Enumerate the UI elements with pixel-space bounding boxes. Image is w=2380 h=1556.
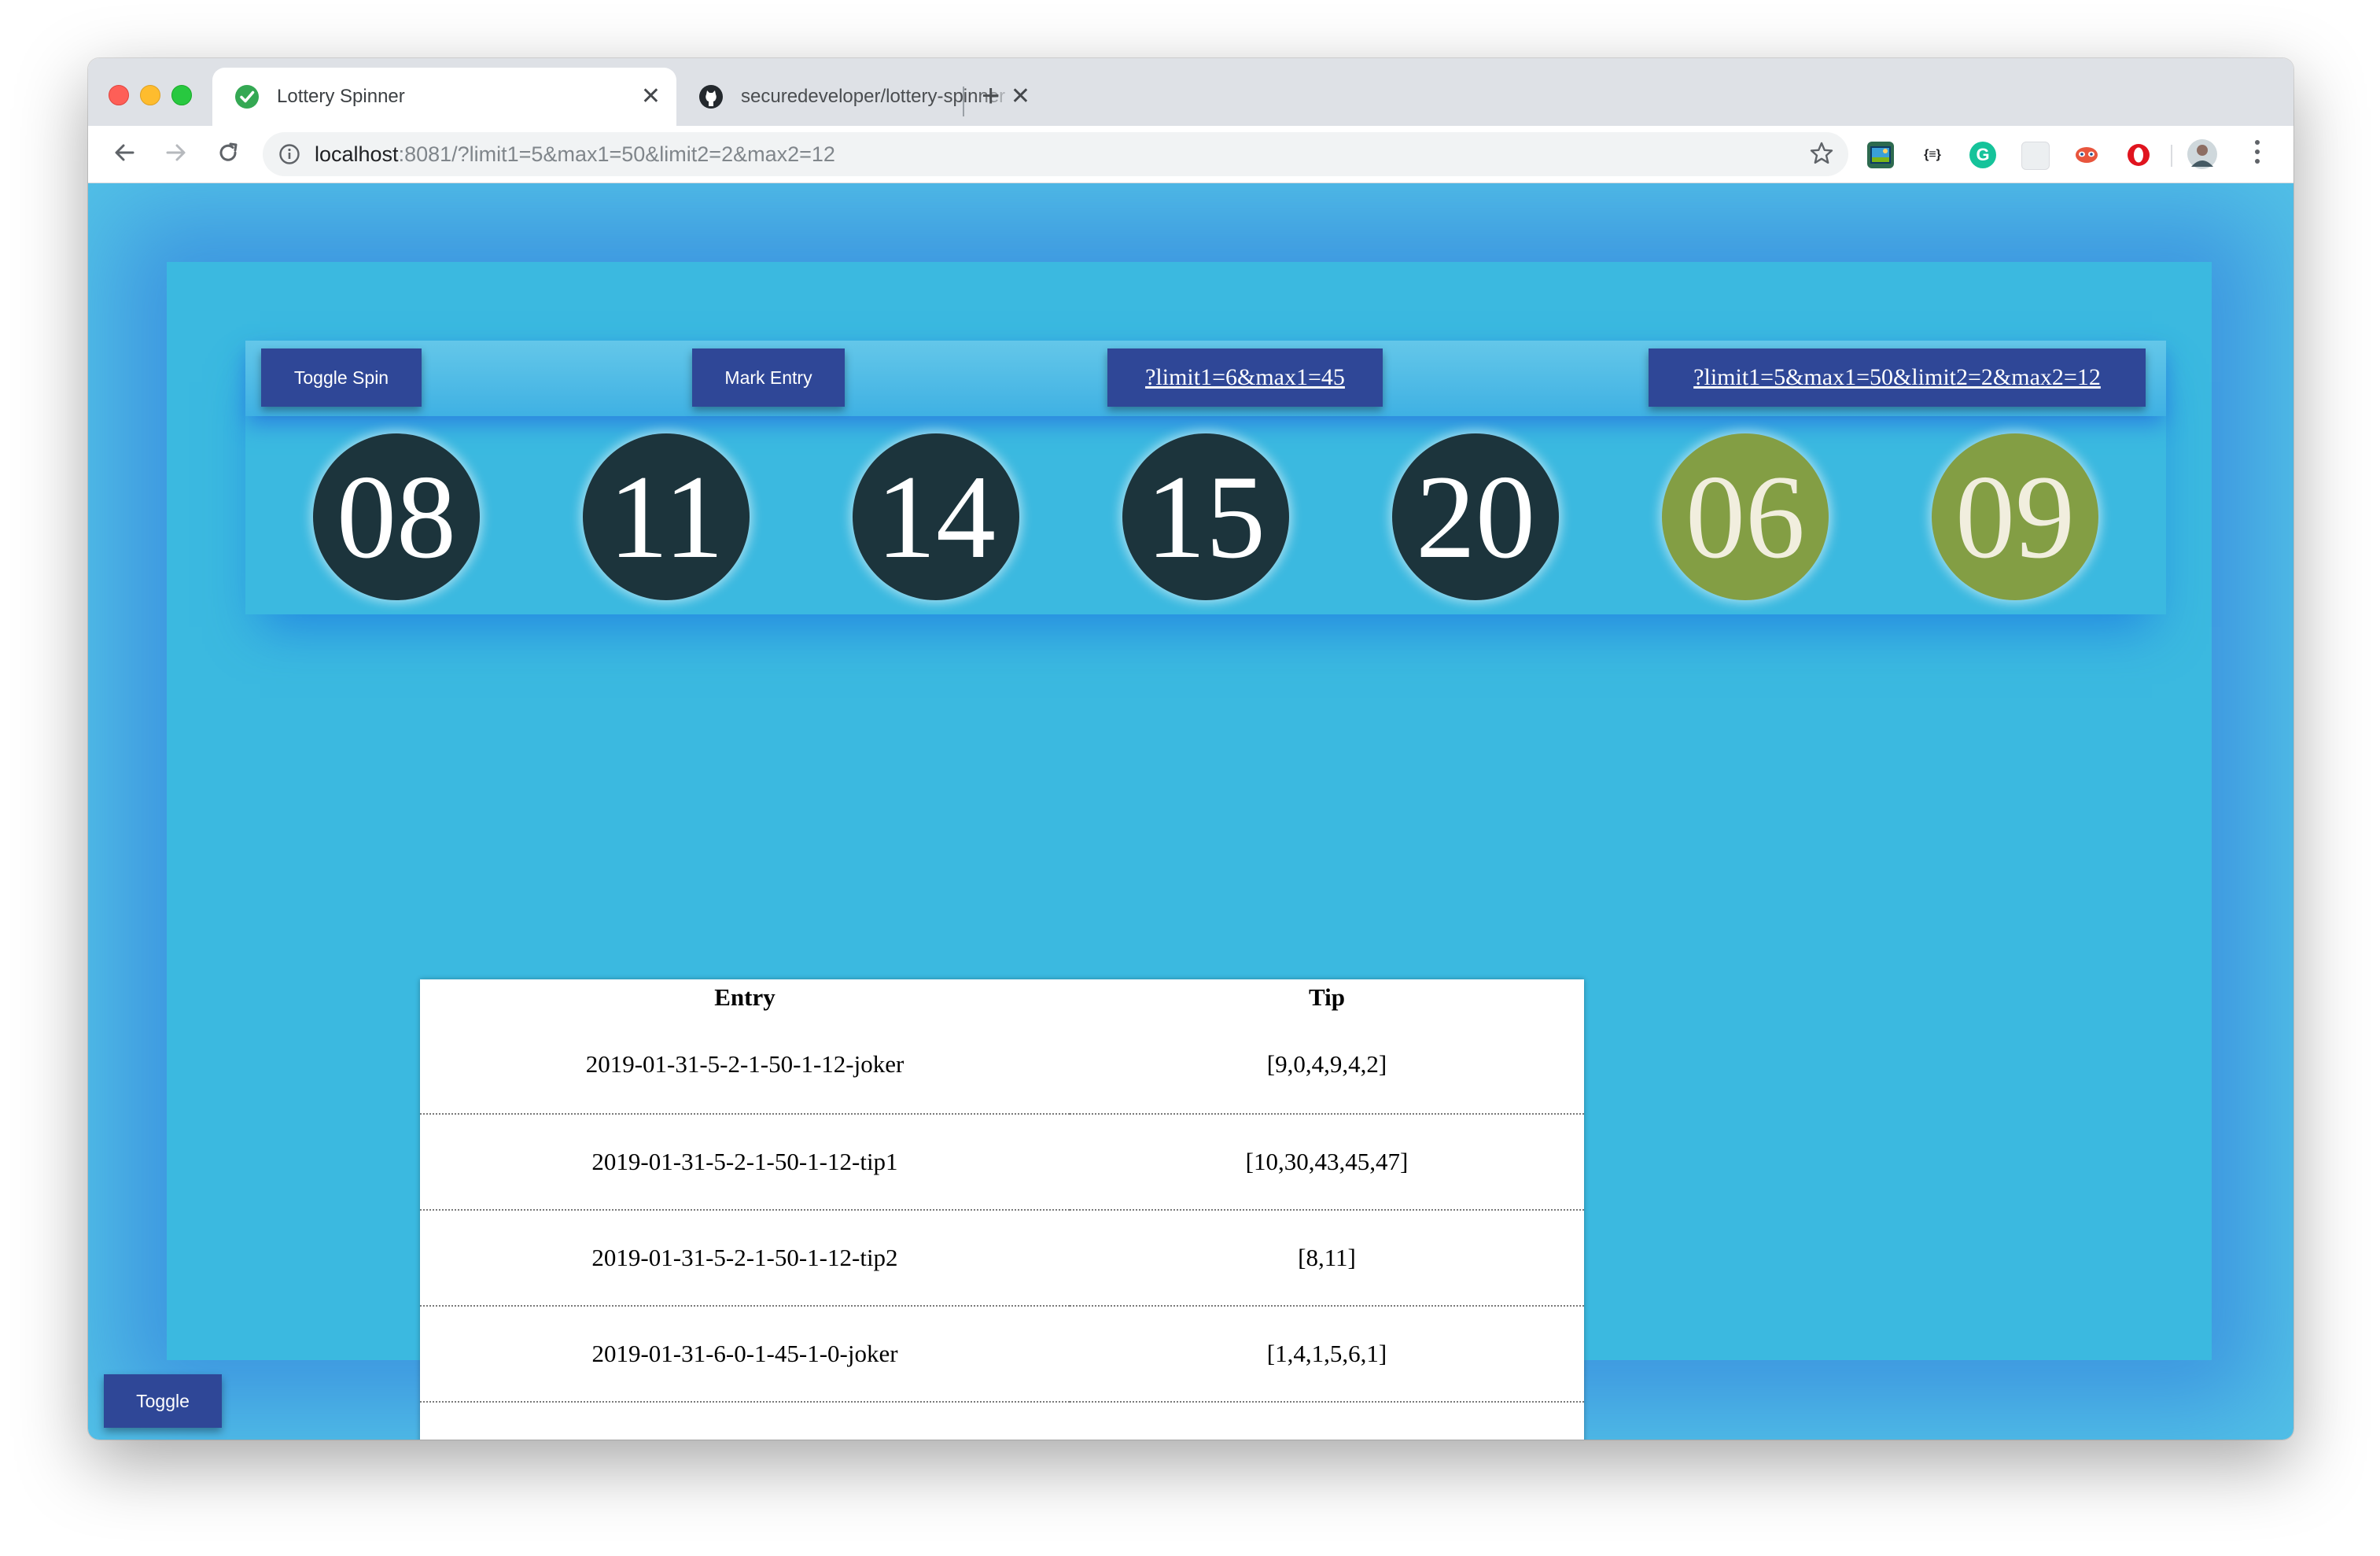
toolbar-divider <box>2171 145 2172 167</box>
bonus-ball: 06 <box>1662 433 1829 600</box>
back-arrow-icon <box>115 144 134 161</box>
table-row: 2019-01-31-6-0-1-45-1-0-tip1 [18,19,22,3… <box>420 1402 1584 1440</box>
address-bar[interactable]: localhost:8081/?limit1=5&max1=50&limit2=… <box>263 132 1848 176</box>
table-row: 2019-01-31-5-2-1-50-1-12-tip2 [8,11] <box>420 1210 1584 1307</box>
browser-menu-button[interactable] <box>2253 140 2262 164</box>
table-row: 2019-01-31-5-2-1-50-1-12-tip1 [10,30,43,… <box>420 1114 1584 1211</box>
mask-extension-icon[interactable] <box>2073 142 2100 168</box>
column-header-entry: Entry <box>714 983 776 1011</box>
main-ball: 20 <box>1392 433 1559 600</box>
main-ball: 11 <box>583 433 750 600</box>
main-ball: 08 <box>313 433 480 600</box>
image-extension-icon[interactable] <box>1867 142 1894 168</box>
table-row: 2019-01-31-5-2-1-50-1-12-joker [9,0,4,9,… <box>420 1016 1584 1115</box>
forward-arrow-icon <box>166 144 186 161</box>
bonus-ball: 09 <box>1932 433 2098 600</box>
opera-icon[interactable] <box>2125 142 2152 168</box>
page-viewport: Toggle Spin Mark Entry ?limit1=6&max1=45… <box>88 183 2293 1440</box>
entries-table: Entry Tip 2019-01-31-5-2-1-50-1-12-joker… <box>420 979 1584 1440</box>
tab-lottery-spinner[interactable]: Lottery Spinner ✕ <box>212 68 676 126</box>
close-icon[interactable]: ✕ <box>1011 85 1030 109</box>
table-row: 2019-01-31-6-0-1-45-1-0-joker [1,4,1,5,6… <box>420 1306 1584 1403</box>
main-ball: 14 <box>853 433 1019 600</box>
maximize-window-button[interactable] <box>171 85 192 105</box>
github-icon <box>699 85 723 109</box>
grammarly-icon[interactable]: G <box>1969 142 1996 168</box>
green-check-icon <box>235 85 259 109</box>
entry-cell: 2019-01-31-6-0-1-45-1-0-joker <box>420 1306 1070 1403</box>
entry-cell: 2019-01-31-5-2-1-50-1-12-tip1 <box>420 1114 1070 1211</box>
table-header-row: Entry Tip <box>420 979 1584 1016</box>
mark-entry-button[interactable]: Mark Entry <box>692 348 845 407</box>
entry-cell: 2019-01-31-6-0-1-45-1-0-tip1 <box>420 1402 1070 1440</box>
toggle-spin-button[interactable]: Toggle Spin <box>261 348 422 407</box>
toggle-button[interactable]: Toggle <box>104 1374 222 1428</box>
spinner-panel: Toggle Spin Mark Entry ?limit1=6&max1=45… <box>245 341 2166 614</box>
new-tab-button[interactable]: + <box>982 80 1000 112</box>
url-text: localhost:8081/?limit1=5&max1=50&limit2=… <box>315 142 835 166</box>
close-window-button[interactable] <box>109 85 129 105</box>
browser-toolbar: localhost:8081/?limit1=5&max1=50&limit2=… <box>88 126 2293 183</box>
back-button[interactable] <box>109 137 140 168</box>
preset-link-5-of-50-plus-2-of-12[interactable]: ?limit1=5&max1=50&limit2=2&max2=12 <box>1649 348 2146 407</box>
blank-extension-icon[interactable] <box>2021 142 2050 170</box>
column-header-tip: Tip <box>1309 983 1345 1011</box>
tip-cell: [10,30,43,45,47] <box>1070 1114 1584 1211</box>
bookmark-star-icon[interactable] <box>1809 141 1834 166</box>
reload-button[interactable] <box>212 137 244 168</box>
tab-strip: Lottery Spinner ✕ securedeveloper/lotter… <box>88 58 2293 126</box>
entry-cell: 2019-01-31-5-2-1-50-1-12-tip2 <box>420 1210 1070 1307</box>
control-bar: Toggle Spin Mark Entry ?limit1=6&max1=45… <box>245 341 2166 416</box>
tab-title: securedeveloper/lottery-spinner <box>741 86 1006 107</box>
tip-cell: [8,11] <box>1070 1210 1584 1307</box>
tip-cell: [9,0,4,9,4,2] <box>1070 1016 1584 1115</box>
tip-cell: [1,4,1,5,6,1] <box>1070 1306 1584 1403</box>
tab-separator <box>963 87 964 116</box>
browser-window: Lottery Spinner ✕ securedeveloper/lotter… <box>88 58 2293 1440</box>
forward-button[interactable] <box>160 137 192 168</box>
json-extension-icon[interactable]: {≡} <box>1919 142 1946 168</box>
entry-cell: 2019-01-31-5-2-1-50-1-12-joker <box>420 1016 1070 1115</box>
profile-avatar-icon[interactable] <box>2187 138 2218 170</box>
main-ball: 15 <box>1122 433 1289 600</box>
minimize-window-button[interactable] <box>140 85 160 105</box>
close-icon[interactable]: ✕ <box>641 85 661 109</box>
tab-title: Lottery Spinner <box>277 86 405 107</box>
preset-link-6-of-45[interactable]: ?limit1=6&max1=45 <box>1107 348 1383 407</box>
info-icon[interactable] <box>278 143 300 165</box>
reload-icon <box>219 142 238 161</box>
tip-cell: [18,19,22,31,32,36] <box>1070 1402 1584 1440</box>
